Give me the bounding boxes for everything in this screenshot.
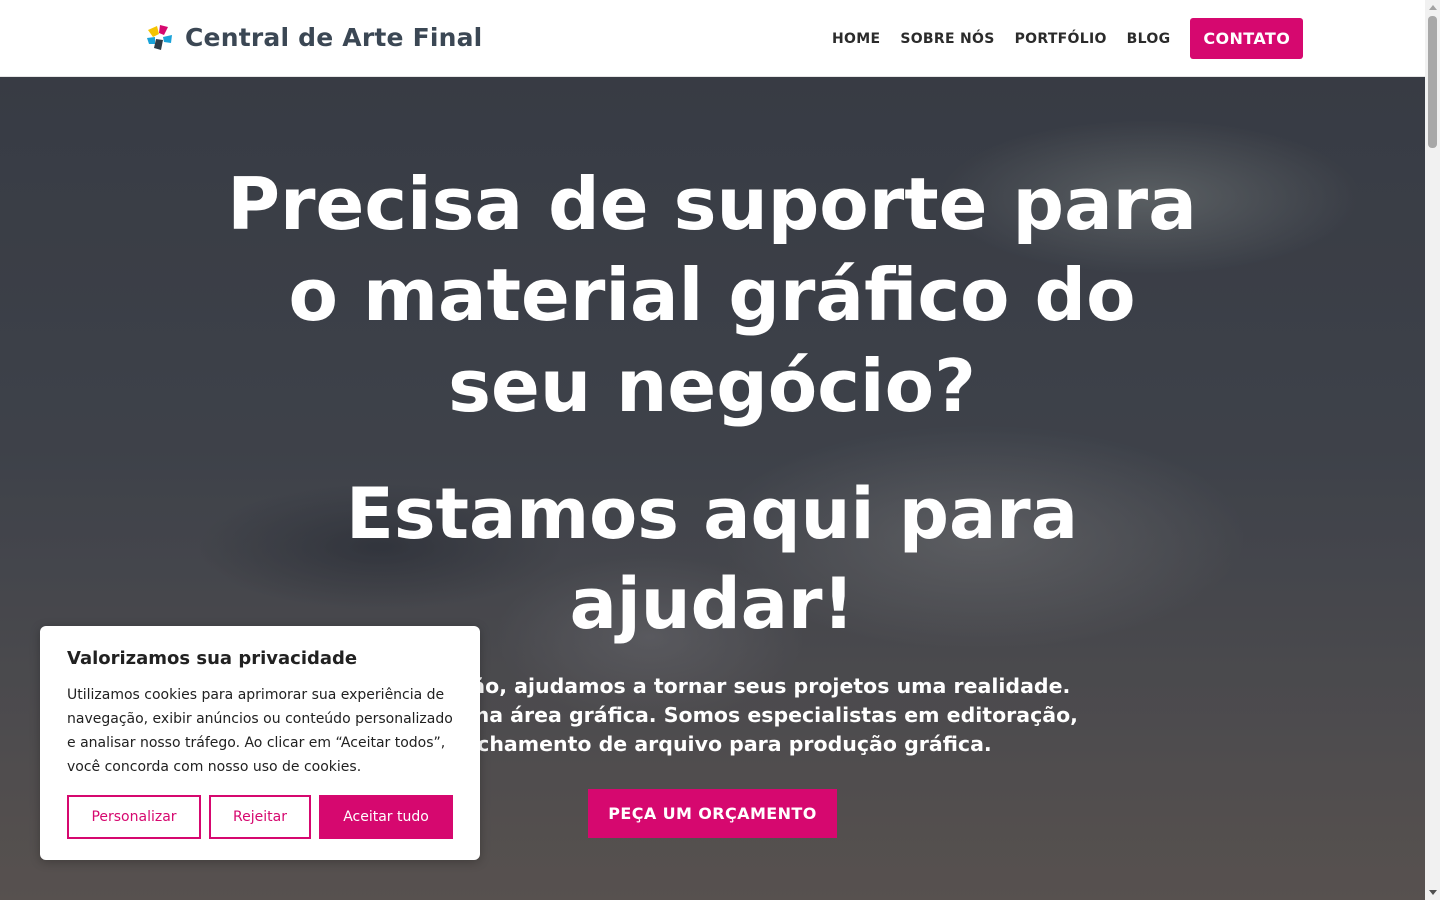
quote-request-button[interactable]: PEÇA UM ORÇAMENTO: [588, 789, 837, 838]
hero-title: Precisa de suporte para o material gráfi…: [227, 162, 1197, 428]
cookie-consent-banner: Valorizamos sua privacidade Utilizamos c…: [40, 626, 480, 860]
nav-blog[interactable]: BLOG: [1127, 31, 1171, 47]
scrollbar-thumb[interactable]: [1428, 16, 1437, 148]
scroll-down-arrow-icon[interactable]: [1429, 890, 1437, 895]
cookie-button-group: Personalizar Rejeitar Aceitar tudo: [67, 795, 453, 839]
scroll-up-arrow-icon[interactable]: [1429, 5, 1437, 10]
brand-name: Central de Arte Final: [185, 22, 483, 52]
hero-subtitle: Estamos aqui para ajudar!: [346, 473, 1078, 645]
brand-logo-icon: [147, 25, 172, 50]
cookie-accept-all-button[interactable]: Aceitar tudo: [319, 795, 453, 839]
brand-logo-link[interactable]: Central de Arte Final: [144, 22, 482, 52]
nav-sobre-nos[interactable]: SOBRE NÓS: [900, 31, 994, 47]
cookie-customize-button[interactable]: Personalizar: [67, 795, 201, 839]
nav-portfolio[interactable]: PORTFÓLIO: [1015, 31, 1107, 47]
page-scrollbar[interactable]: [1425, 0, 1440, 900]
cookie-banner-text: Utilizamos cookies para aprimorar sua ex…: [67, 687, 453, 775]
nav-home[interactable]: HOME: [832, 31, 880, 47]
main-nav: HOME SOBRE NÓS PORTFÓLIO BLOG CONTATO: [832, 18, 1304, 59]
cookie-banner-title: Valorizamos sua privacidade: [67, 648, 358, 669]
cookie-reject-button[interactable]: Rejeitar: [209, 795, 311, 839]
site-header: Central de Arte Final HOME SOBRE NÓS POR…: [0, 0, 1425, 77]
nav-contato-button[interactable]: CONTATO: [1190, 18, 1304, 59]
